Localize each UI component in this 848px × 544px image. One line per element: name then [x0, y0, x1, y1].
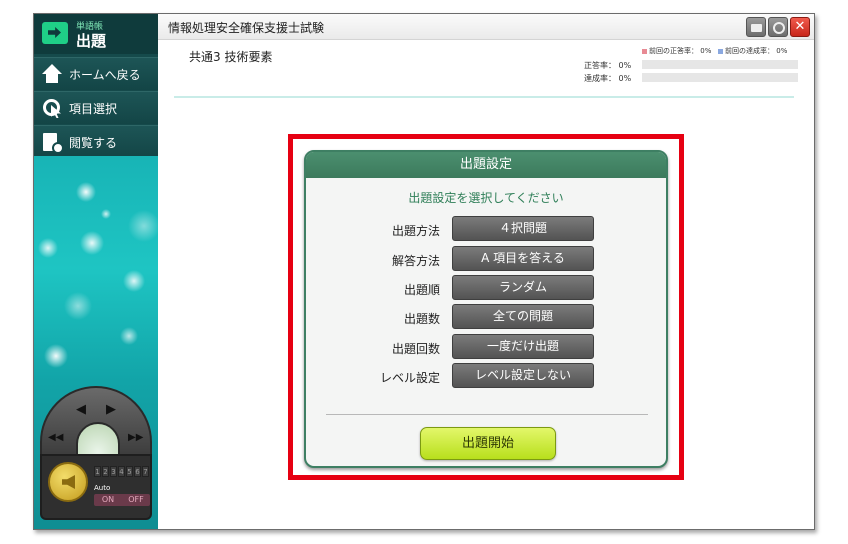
dialog-title: 出題設定 — [306, 152, 666, 178]
achieve-rate: 達成率： 0% — [584, 74, 632, 83]
rewind-button[interactable]: ◀◀ — [48, 432, 63, 443]
dialog-divider — [326, 414, 648, 415]
legend-prev-correct: 前回の正答率： 0% — [642, 46, 711, 56]
legend-swatch — [642, 48, 647, 54]
setting-label-count: 出題数 — [403, 312, 440, 326]
prev-button[interactable]: ◀ — [76, 402, 86, 417]
settings-button[interactable] — [768, 17, 788, 37]
question-settings-dialog: 出題設定 出題設定を選択してください 出題方法 ４択問題 解答方法 A 項目を答… — [304, 150, 668, 468]
correct-rate-bar — [642, 60, 798, 69]
dial-center-button[interactable] — [76, 422, 120, 456]
speed-digit[interactable]: 2 — [102, 466, 109, 477]
document-search-icon — [41, 132, 64, 154]
sidebar-item-label: 項目選択 — [69, 101, 118, 116]
speed-digit[interactable]: 4 — [118, 466, 125, 477]
flashcard-logo-icon — [42, 22, 68, 44]
next-button[interactable]: ▶ — [106, 402, 116, 417]
setting-label-answer: 解答方法 — [391, 254, 440, 268]
setting-label-order: 出題順 — [403, 283, 440, 297]
setting-count-button[interactable]: 全ての問題 — [452, 304, 594, 329]
speed-digit[interactable]: 5 — [126, 466, 133, 477]
start-quiz-button[interactable]: 出題開始 — [420, 427, 556, 460]
setting-label-repeat: 出題回数 — [391, 342, 440, 356]
setting-level-button[interactable]: レベル設定しない — [452, 363, 594, 388]
section-title: 共通3 技術要素 — [189, 50, 273, 64]
auto-on-option[interactable]: ON — [94, 494, 122, 506]
auto-off-option[interactable]: OFF — [122, 494, 150, 506]
setting-repeat-button[interactable]: 一度だけ出題 — [452, 334, 594, 359]
speed-digit[interactable]: 3 — [110, 466, 117, 477]
brand: 単語帳 出題 — [34, 14, 158, 54]
cursor-icon — [41, 98, 63, 118]
speed-digit[interactable]: 7 — [142, 466, 149, 477]
controller-lower-panel: 1 2 3 4 5 6 7 Auto ON OFF — [40, 454, 152, 520]
window-title: 情報処理安全確保支援士試験 — [168, 21, 325, 35]
title-bar: 情報処理安全確保支援士試験 ✕ — [158, 14, 814, 40]
setting-order-button[interactable]: ランダム — [452, 275, 594, 300]
legend-prev-achieve: 前回の達成率： 0% — [718, 46, 787, 56]
header-divider — [174, 96, 794, 98]
sidebar: 単語帳 出題 ホームへ戻る 項目選択 閲覧する ◀ ▶ ◀◀ ▶▶ 1 2 3 … — [34, 14, 158, 529]
legend-swatch — [718, 48, 723, 54]
playback-controller: ◀ ▶ ◀◀ ▶▶ 1 2 3 4 5 6 7 Auto ON OFF — [40, 386, 152, 526]
brand-title: 出題 — [76, 32, 107, 50]
sidebar-item-browse[interactable]: 閲覧する — [34, 125, 158, 158]
auto-toggle[interactable]: ON OFF — [94, 494, 150, 506]
sidebar-item-label: ホームへ戻る — [69, 67, 141, 82]
app-window: 単語帳 出題 ホームへ戻る 項目選択 閲覧する ◀ ▶ ◀◀ ▶▶ 1 2 3 … — [33, 13, 815, 530]
sidebar-item-home[interactable]: ホームへ戻る — [34, 57, 158, 90]
sidebar-item-label: 閲覧する — [69, 135, 118, 150]
fast-forward-button[interactable]: ▶▶ — [128, 432, 143, 443]
home-icon — [41, 64, 63, 84]
audio-play-button[interactable] — [48, 462, 88, 502]
navigation-dial: ◀ ▶ ◀◀ ▶▶ — [40, 386, 152, 458]
close-button[interactable]: ✕ — [790, 17, 810, 37]
setting-label-method: 出題方法 — [391, 224, 440, 238]
setting-method-button[interactable]: ４択問題 — [452, 216, 594, 241]
correct-rate: 正答率： 0% — [584, 61, 632, 70]
setting-answer-button[interactable]: A 項目を答える — [452, 246, 594, 271]
speed-selector[interactable]: 1 2 3 4 5 6 7 — [94, 466, 149, 477]
speed-digit[interactable]: 6 — [134, 466, 141, 477]
sidebar-item-select-items[interactable]: 項目選択 — [34, 91, 158, 124]
speed-digit[interactable]: 1 — [94, 466, 101, 477]
dialog-instruction: 出題設定を選択してください — [408, 191, 564, 205]
setting-label-level: レベル設定 — [379, 371, 440, 385]
achieve-rate-bar — [642, 73, 798, 82]
folder-button[interactable] — [746, 17, 766, 37]
auto-label: Auto — [94, 484, 111, 492]
